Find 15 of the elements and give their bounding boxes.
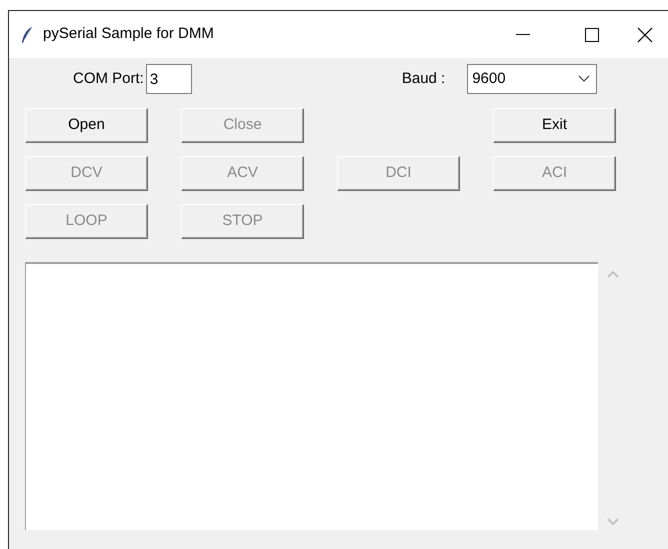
scroll-up-icon[interactable]	[607, 270, 619, 278]
feather-icon	[21, 26, 33, 44]
com-port-label: COM Port:	[73, 68, 144, 89]
chevron-down-icon	[578, 75, 590, 83]
command-button[interactable]: Open	[25, 108, 148, 143]
minimize-icon	[516, 34, 530, 35]
com-port-field[interactable]: 3	[146, 64, 192, 94]
output-text-area[interactable]	[25, 262, 598, 530]
baud-label: Baud :	[402, 68, 446, 89]
maximize-icon	[584, 26, 600, 42]
scroll-down-icon[interactable]	[607, 518, 619, 526]
command-button[interactable]: Exit	[493, 108, 616, 143]
close-icon	[637, 26, 653, 42]
baud-dropdown[interactable]: 9600	[467, 64, 598, 94]
window-title: pySerial Sample for DMM	[43, 24, 214, 44]
